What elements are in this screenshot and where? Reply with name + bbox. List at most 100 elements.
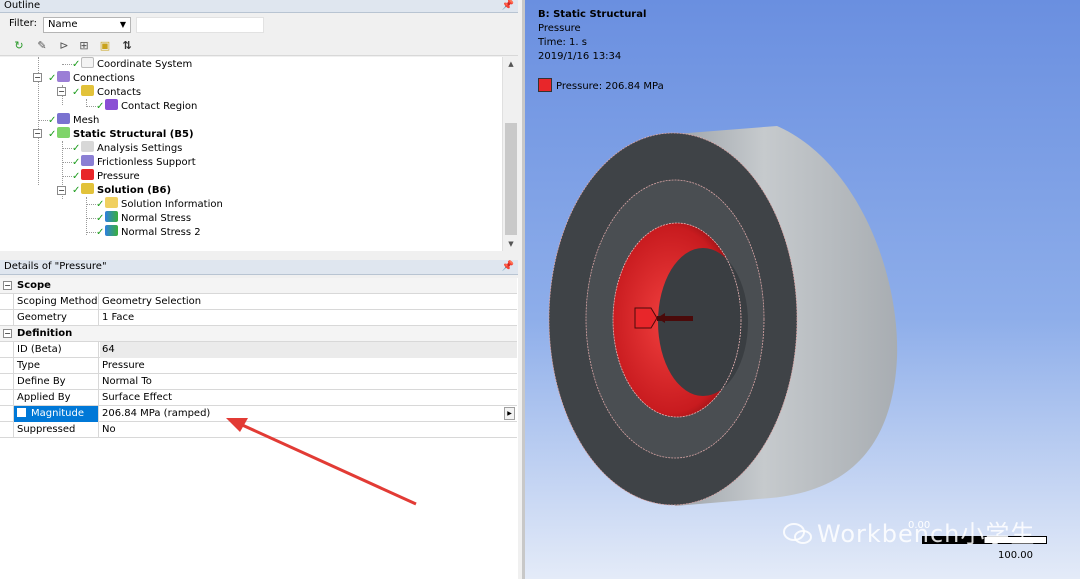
- sort-icon[interactable]: ⇅: [119, 38, 135, 54]
- section-scope[interactable]: − Scope: [0, 278, 517, 294]
- folder-icon[interactable]: ▣: [97, 38, 113, 54]
- solution-icon: [81, 183, 94, 194]
- scale-max-label: 100.00: [998, 550, 1033, 561]
- left-panel: Outline 📌 Filter: Name ▼ ↻ ✎ ⊳ ⊞ ▣ ⇅ − −…: [0, 0, 522, 579]
- collapse-toggle[interactable]: −: [33, 73, 42, 82]
- tree-node-label: Contacts: [97, 87, 142, 98]
- row-key: Type: [13, 358, 99, 374]
- row-key-label: Magnitude: [31, 408, 84, 419]
- check-icon: ✓: [72, 171, 81, 182]
- row-value[interactable]: Geometry Selection: [100, 294, 517, 310]
- viewport-info: B: Static Structural Pressure Time: 1. s…: [538, 8, 646, 64]
- row-value[interactable]: Normal To: [100, 374, 517, 390]
- check-icon: ✓: [72, 59, 81, 70]
- time-label: Time: 1. s: [538, 37, 587, 48]
- row-value[interactable]: No: [100, 422, 517, 438]
- collapse-toggle[interactable]: −: [3, 329, 12, 338]
- tree-node-solution-information[interactable]: ✓ Solution Information: [96, 197, 223, 211]
- refresh-icon[interactable]: ↻: [11, 38, 27, 54]
- tree-guide: [86, 197, 87, 235]
- row-key: ID (Beta): [13, 342, 99, 358]
- chevron-down-icon: ▼: [119, 20, 126, 29]
- section-label: Scope: [17, 280, 51, 291]
- row-value[interactable]: Pressure: [100, 358, 517, 374]
- tree-guide: [38, 120, 48, 121]
- details-row[interactable]: Applied By Surface Effect: [0, 390, 517, 406]
- pin-icon[interactable]: 📌: [502, 260, 514, 274]
- contact-region-icon: [105, 99, 118, 110]
- graphics-viewport[interactable]: B: Static Structural Pressure Time: 1. s…: [525, 0, 1080, 579]
- tree-node-coordinate-system[interactable]: ✓ Coordinate System: [72, 57, 192, 71]
- check-icon: ✓: [72, 143, 81, 154]
- axis-icon: [81, 57, 94, 68]
- check-icon: ✓: [48, 115, 57, 126]
- legend: Pressure: 206.84 MPa: [538, 78, 664, 94]
- row-value[interactable]: Surface Effect: [100, 390, 517, 406]
- tree-node-frictionless-support[interactable]: ✓ Frictionless Support: [72, 155, 196, 169]
- collapse-toggle[interactable]: −: [57, 186, 66, 195]
- pin-icon[interactable]: 📌: [502, 0, 514, 12]
- details-row[interactable]: Define By Normal To: [0, 374, 517, 390]
- chevron-right-icon[interactable]: ▶: [504, 407, 515, 420]
- outline-scrollbar[interactable]: ▲ ▼: [502, 57, 518, 251]
- support-icon: [81, 155, 94, 166]
- tree-guide: [62, 162, 72, 163]
- tree-node-label: Normal Stress: [121, 213, 192, 224]
- tree-node-pressure[interactable]: ✓ Pressure: [72, 169, 140, 183]
- tree-node-label: Mesh: [73, 115, 100, 126]
- details-row[interactable]: Geometry 1 Face: [0, 310, 517, 326]
- details-row[interactable]: Type Pressure: [0, 358, 517, 374]
- tree-node-solution[interactable]: ✓ Solution (B6): [72, 183, 171, 197]
- details-row[interactable]: Suppressed No: [0, 422, 517, 438]
- tree-node-contact-region[interactable]: ✓ Contact Region: [96, 99, 197, 113]
- tree-node-label: Static Structural (B5): [73, 129, 194, 140]
- check-icon: ✓: [72, 87, 81, 98]
- row-key: Define By: [13, 374, 99, 390]
- row-key: Applied By: [13, 390, 99, 406]
- expand-all-icon[interactable]: ⊞: [76, 38, 92, 54]
- tree-guide: [62, 176, 72, 177]
- tree-icon[interactable]: ⊳: [56, 38, 72, 54]
- row-value[interactable]: 1 Face: [100, 310, 517, 326]
- tree-node-label: Pressure: [97, 171, 140, 182]
- collapse-toggle[interactable]: −: [3, 281, 12, 290]
- check-icon: ✓: [96, 213, 105, 224]
- tree-node-analysis-settings[interactable]: ✓ Analysis Settings: [72, 141, 182, 155]
- static-structural-icon: [57, 127, 70, 138]
- info-icon: [105, 197, 118, 208]
- section-definition[interactable]: − Definition: [0, 326, 517, 342]
- check-icon: ✓: [96, 101, 105, 112]
- collapse-toggle[interactable]: −: [33, 129, 42, 138]
- tree-node-static-structural[interactable]: ✓ Static Structural (B5): [48, 127, 194, 141]
- edit-icon[interactable]: ✎: [34, 38, 50, 54]
- row-key: Suppressed: [13, 422, 99, 438]
- parameter-checkbox[interactable]: [17, 408, 26, 417]
- details-panel-title: Details of "Pressure" 📌: [0, 260, 518, 275]
- tree-guide: [62, 64, 72, 65]
- filter-search-input[interactable]: [136, 17, 264, 33]
- scroll-thumb[interactable]: [505, 123, 517, 235]
- tree-node-mesh[interactable]: ✓ Mesh: [48, 113, 99, 127]
- tree-node-normal-stress-2[interactable]: ✓ Normal Stress 2: [96, 225, 201, 239]
- outline-panel-title: Outline 📌: [0, 0, 518, 13]
- filter-dropdown[interactable]: Name ▼: [43, 17, 131, 33]
- tree-guide: [86, 232, 96, 233]
- details-grid: − Scope Scoping Method Geometry Selectio…: [0, 278, 518, 579]
- load-name: Pressure: [538, 23, 581, 34]
- scroll-down-icon[interactable]: ▼: [503, 237, 519, 251]
- scroll-up-icon[interactable]: ▲: [503, 57, 519, 71]
- tree-node-normal-stress[interactable]: ✓ Normal Stress: [96, 211, 191, 225]
- magnitude-value[interactable]: 206.84 MPa (ramped): [102, 408, 210, 419]
- tree-node-contacts[interactable]: ✓ Contacts: [72, 85, 141, 99]
- date-label: 2019/1/16 13:34: [538, 51, 622, 62]
- tree-node-connections[interactable]: ✓ Connections: [48, 71, 135, 85]
- collapse-toggle[interactable]: −: [57, 87, 66, 96]
- details-row-magnitude[interactable]: Magnitude 206.84 MPa (ramped) ▶: [0, 406, 517, 422]
- row-value[interactable]: 206.84 MPa (ramped) ▶: [100, 406, 517, 422]
- row-key: Magnitude: [13, 406, 99, 422]
- details-row[interactable]: ID (Beta) 64: [0, 342, 517, 358]
- tree-node-label: Normal Stress 2: [121, 227, 201, 238]
- details-row[interactable]: Scoping Method Geometry Selection: [0, 294, 517, 310]
- tree-node-label: Coordinate System: [97, 59, 193, 70]
- row-value[interactable]: 64: [100, 342, 517, 358]
